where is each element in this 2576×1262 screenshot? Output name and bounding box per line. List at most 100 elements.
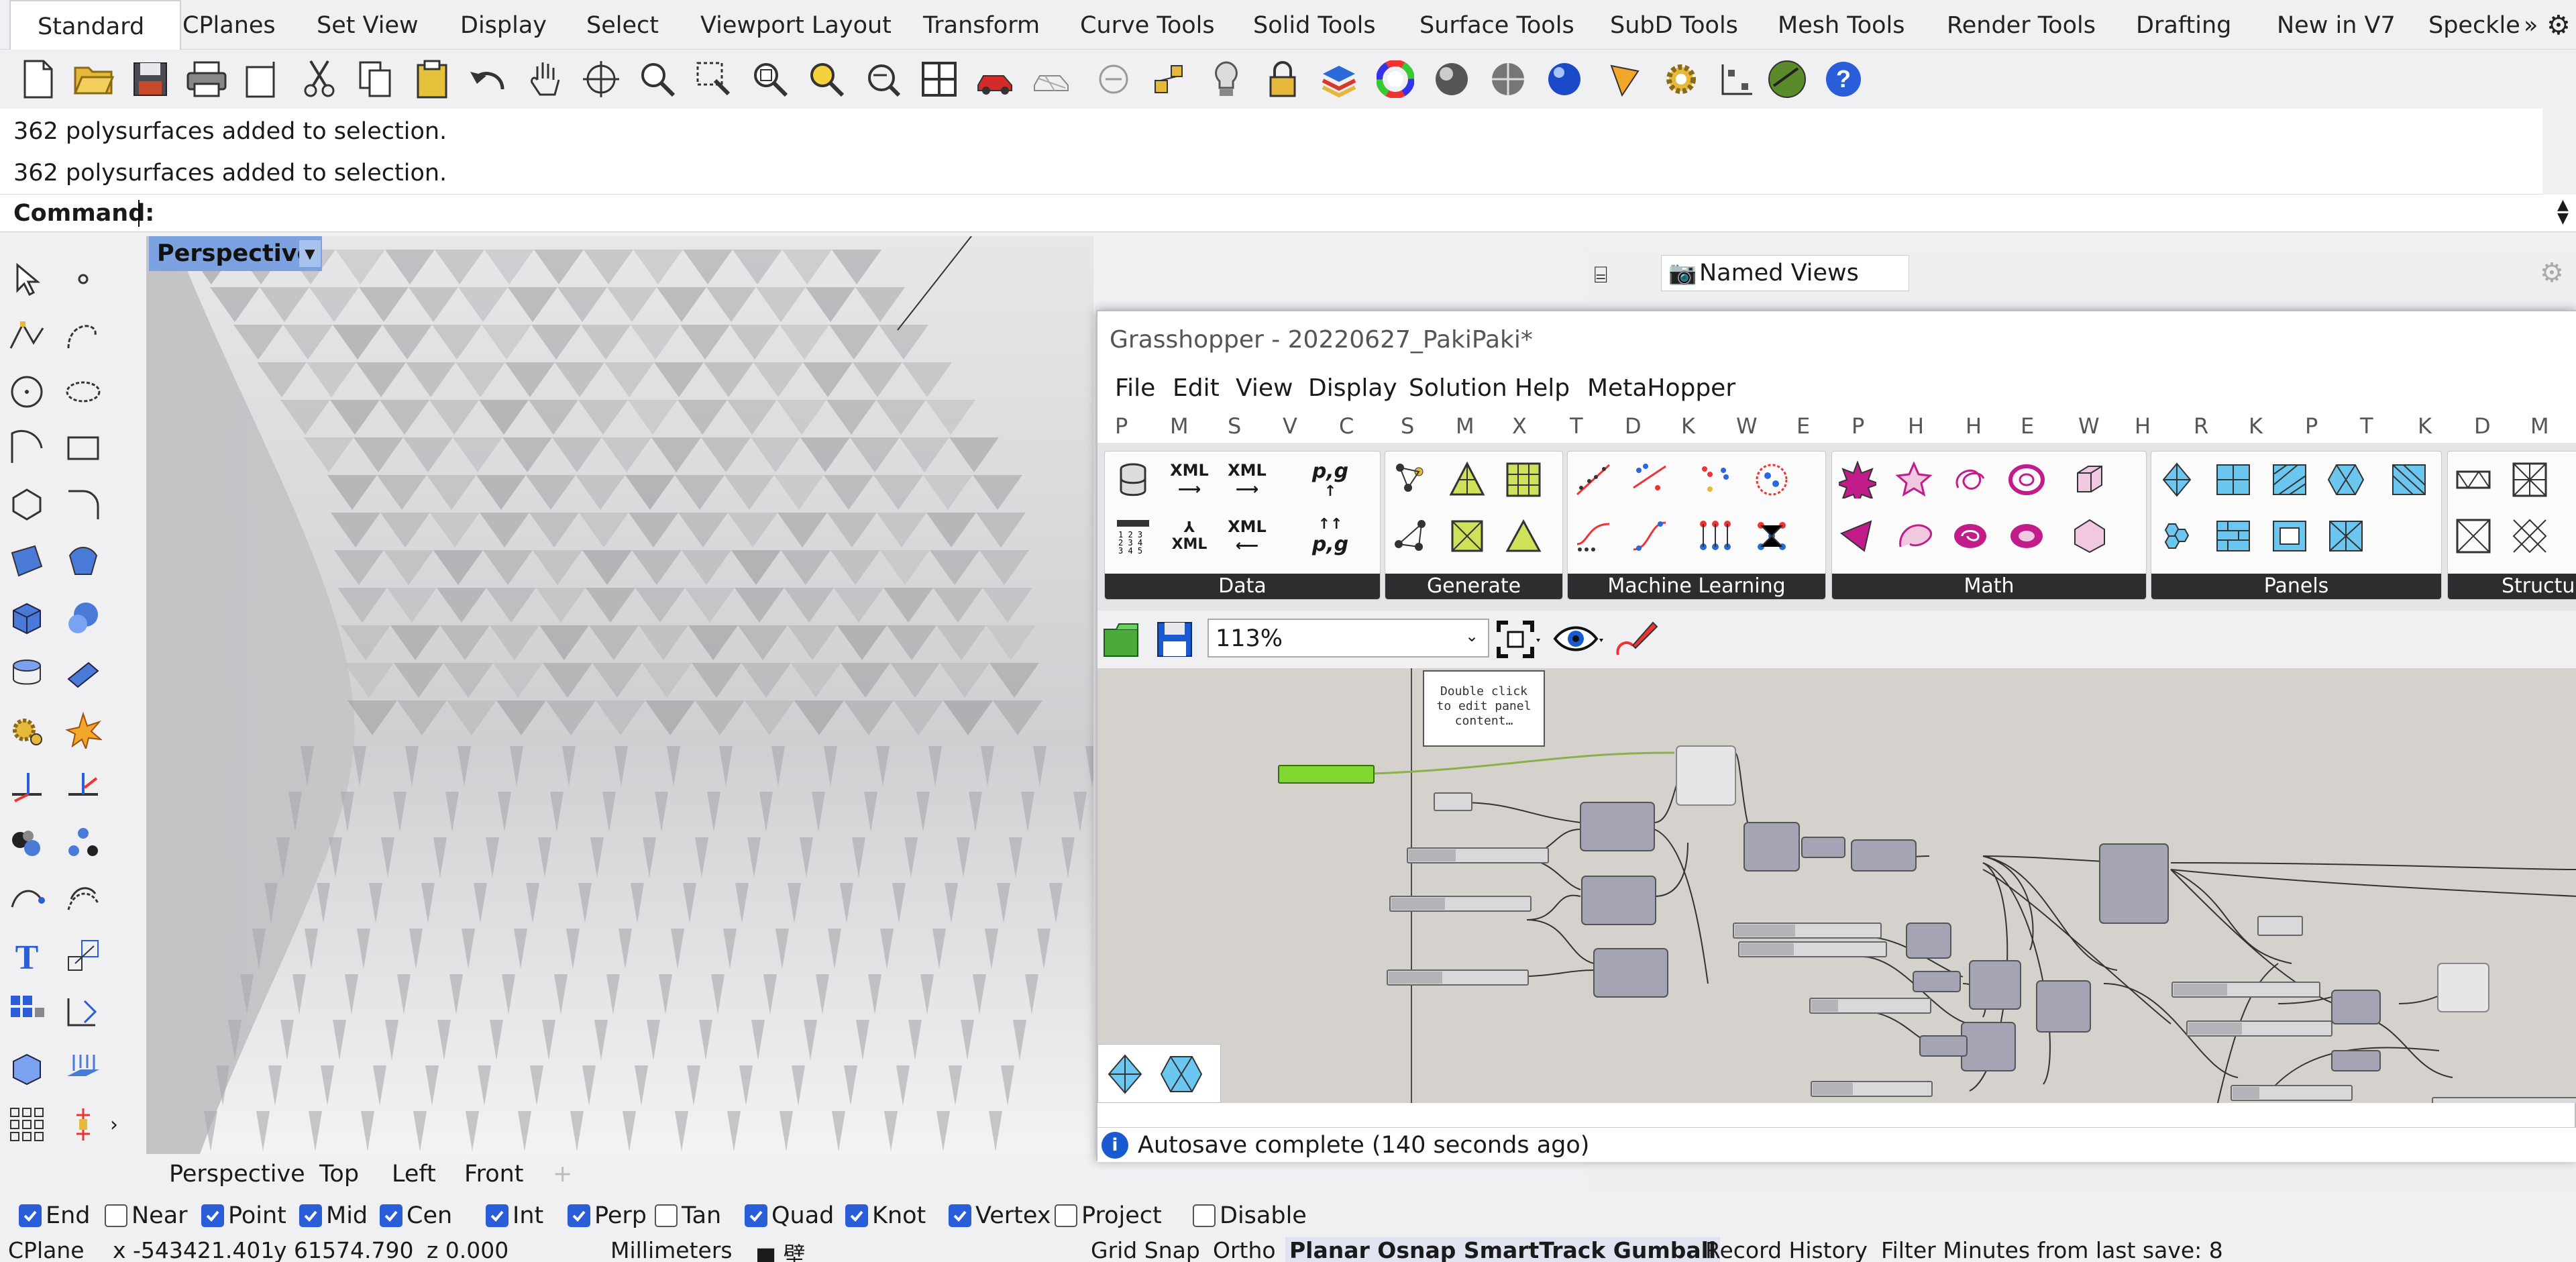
- tab-speckle[interactable]: Speckle: [2428, 0, 2520, 50]
- new-file-icon[interactable]: [16, 58, 59, 101]
- tab-transform[interactable]: Transform: [923, 0, 1040, 50]
- page-setup-icon[interactable]: [241, 58, 284, 101]
- trim-icon[interactable]: [0, 759, 54, 813]
- osnap-perp[interactable]: Perp: [568, 1202, 647, 1229]
- category-tab[interactable]: P: [1851, 413, 1864, 439]
- checkbox-icon[interactable]: [949, 1204, 971, 1227]
- cplane-label[interactable]: CPlane: [8, 1237, 85, 1262]
- menu-edit[interactable]: Edit: [1173, 374, 1220, 402]
- dimension-tool-icon[interactable]: [56, 985, 110, 1039]
- cross-panel-icon[interactable]: [2322, 512, 2370, 560]
- sequence-icon[interactable]: [1569, 512, 1617, 560]
- tab-standard[interactable]: Standard: [9, 0, 181, 51]
- checkbox-icon[interactable]: [486, 1204, 508, 1227]
- category-tab[interactable]: W: [2078, 413, 2100, 439]
- undo-view-icon[interactable]: [861, 58, 904, 101]
- menu-metahopper[interactable]: MetaHopper: [1587, 374, 1735, 402]
- ring-icon[interactable]: [2002, 512, 2051, 560]
- tab-render-tools[interactable]: Render Tools: [1947, 0, 2096, 50]
- grid-cells-icon[interactable]: [1499, 456, 1548, 504]
- command-scroll-icon[interactable]: ▲ ▼: [2557, 198, 2569, 226]
- category-tab[interactable]: R: [2194, 413, 2208, 439]
- cplane-icon[interactable]: [1092, 58, 1135, 101]
- cone-icon[interactable]: [1833, 512, 1882, 560]
- open-document-icon[interactable]: [1102, 620, 1140, 659]
- osnap-near[interactable]: Near: [105, 1202, 188, 1229]
- viewport-tab-top[interactable]: Top: [319, 1161, 359, 1188]
- diamond-panel-widget-icon[interactable]: [1104, 1053, 1146, 1098]
- command-input[interactable]: [138, 200, 943, 227]
- panel-layout-icon[interactable]: ⌸: [1594, 262, 1607, 288]
- osnap-vertex[interactable]: Vertex: [949, 1202, 1051, 1229]
- checkbox-icon[interactable]: [655, 1204, 678, 1227]
- sketch-pen-icon[interactable]: [1613, 619, 1660, 660]
- category-tab[interactable]: D: [2474, 413, 2491, 439]
- checkbox-icon[interactable]: [845, 1204, 868, 1227]
- menu-help[interactable]: Help: [1515, 374, 1570, 402]
- cut-icon[interactable]: [298, 58, 341, 101]
- arc-icon[interactable]: [0, 421, 54, 475]
- split-icon[interactable]: [56, 759, 110, 813]
- viewport-tab-perspective[interactable]: Perspective: [169, 1161, 305, 1188]
- database-icon[interactable]: [1109, 456, 1157, 504]
- category-tab[interactable]: P: [1115, 413, 1128, 439]
- gumball-flag-icon[interactable]: [1603, 58, 1646, 101]
- torus-icon[interactable]: [2002, 456, 2051, 504]
- select-arrow-icon[interactable]: [0, 252, 54, 306]
- tab-mesh-tools[interactable]: Mesh Tools: [1778, 0, 1905, 50]
- category-tab[interactable]: K: [1681, 413, 1695, 439]
- fillet-curve-icon[interactable]: [56, 478, 110, 531]
- checkbox-icon[interactable]: [380, 1204, 402, 1227]
- transform-gear-icon[interactable]: [0, 703, 54, 757]
- space-truss-icon[interactable]: [2506, 456, 2554, 504]
- layer-icon[interactable]: [1318, 58, 1360, 101]
- tab-solid-tools[interactable]: Solid Tools: [1253, 0, 1376, 50]
- units-label[interactable]: Millimeters: [610, 1237, 733, 1262]
- brick-panel-icon[interactable]: [2209, 512, 2257, 560]
- panel-settings-icon[interactable]: ⚙: [2540, 258, 2564, 288]
- viewport-title-tab[interactable]: Perspective ▼: [149, 236, 322, 271]
- diagonal-panel-icon[interactable]: [2385, 456, 2433, 504]
- open-file-icon[interactable]: [72, 58, 115, 101]
- surface-sweep-icon[interactable]: [56, 534, 110, 588]
- category-tab[interactable]: C: [1339, 413, 1354, 439]
- grasshopper-icon[interactable]: [1766, 58, 1809, 101]
- ribbon-settings-icon[interactable]: ⚙: [2546, 0, 2571, 50]
- quad-panel-icon[interactable]: [2209, 456, 2257, 504]
- swirl-icon[interactable]: [1946, 512, 1994, 560]
- xml-back-icon[interactable]: XML ⟵: [1223, 512, 1271, 560]
- checkbox-icon[interactable]: [105, 1204, 127, 1227]
- triangle-mesh-icon[interactable]: [1443, 456, 1491, 504]
- category-tab[interactable]: M: [1170, 413, 1189, 439]
- tab-select[interactable]: Select: [586, 0, 659, 50]
- osnap-disable[interactable]: Disable: [1193, 1202, 1307, 1229]
- grid-dots-icon[interactable]: [0, 1098, 54, 1151]
- extrude-icon[interactable]: [0, 647, 54, 700]
- hex-panel-icon[interactable]: [2322, 456, 2370, 504]
- star-outline-icon[interactable]: [1890, 456, 1938, 504]
- text-icon[interactable]: T: [0, 929, 54, 982]
- pg-arrows-icon[interactable]: ↑↑ p,g: [1306, 512, 1354, 560]
- category-tab[interactable]: X: [1512, 413, 1527, 439]
- category-tab[interactable]: T: [1570, 413, 1583, 439]
- menu-display[interactable]: Display: [1308, 374, 1397, 402]
- menu-solution[interactable]: Solution: [1409, 374, 1507, 402]
- checkbox-icon[interactable]: [201, 1204, 224, 1227]
- xml-read-icon[interactable]: XML ⟶: [1165, 456, 1214, 504]
- deep-network-icon[interactable]: [1748, 512, 1796, 560]
- tab-subd-tools[interactable]: SubD Tools: [1610, 0, 1738, 50]
- ortho-toggle[interactable]: Ortho: [1213, 1237, 1276, 1262]
- cube-icon[interactable]: [2065, 456, 2114, 504]
- curve-from-object-icon[interactable]: [0, 872, 54, 926]
- category-tab[interactable]: E: [2021, 413, 2034, 439]
- graph-nodes-icon[interactable]: [1387, 512, 1435, 560]
- number-table-icon[interactable]: 1 2 32 3 43 4 5: [1109, 512, 1157, 560]
- ribbon-overflow-icon[interactable]: »: [2524, 0, 2538, 50]
- polyline-icon[interactable]: [0, 309, 54, 362]
- diamond-panel-icon[interactable]: [2153, 456, 2201, 504]
- color-wheel-icon[interactable]: [1374, 58, 1417, 101]
- grid-snap-toggle[interactable]: Grid Snap: [1091, 1237, 1200, 1262]
- regression-icon[interactable]: [1569, 456, 1617, 504]
- command-line[interactable]: Command: ▲ ▼: [0, 195, 2576, 232]
- xml-tree-icon[interactable]: ⅄ XML: [1165, 512, 1214, 560]
